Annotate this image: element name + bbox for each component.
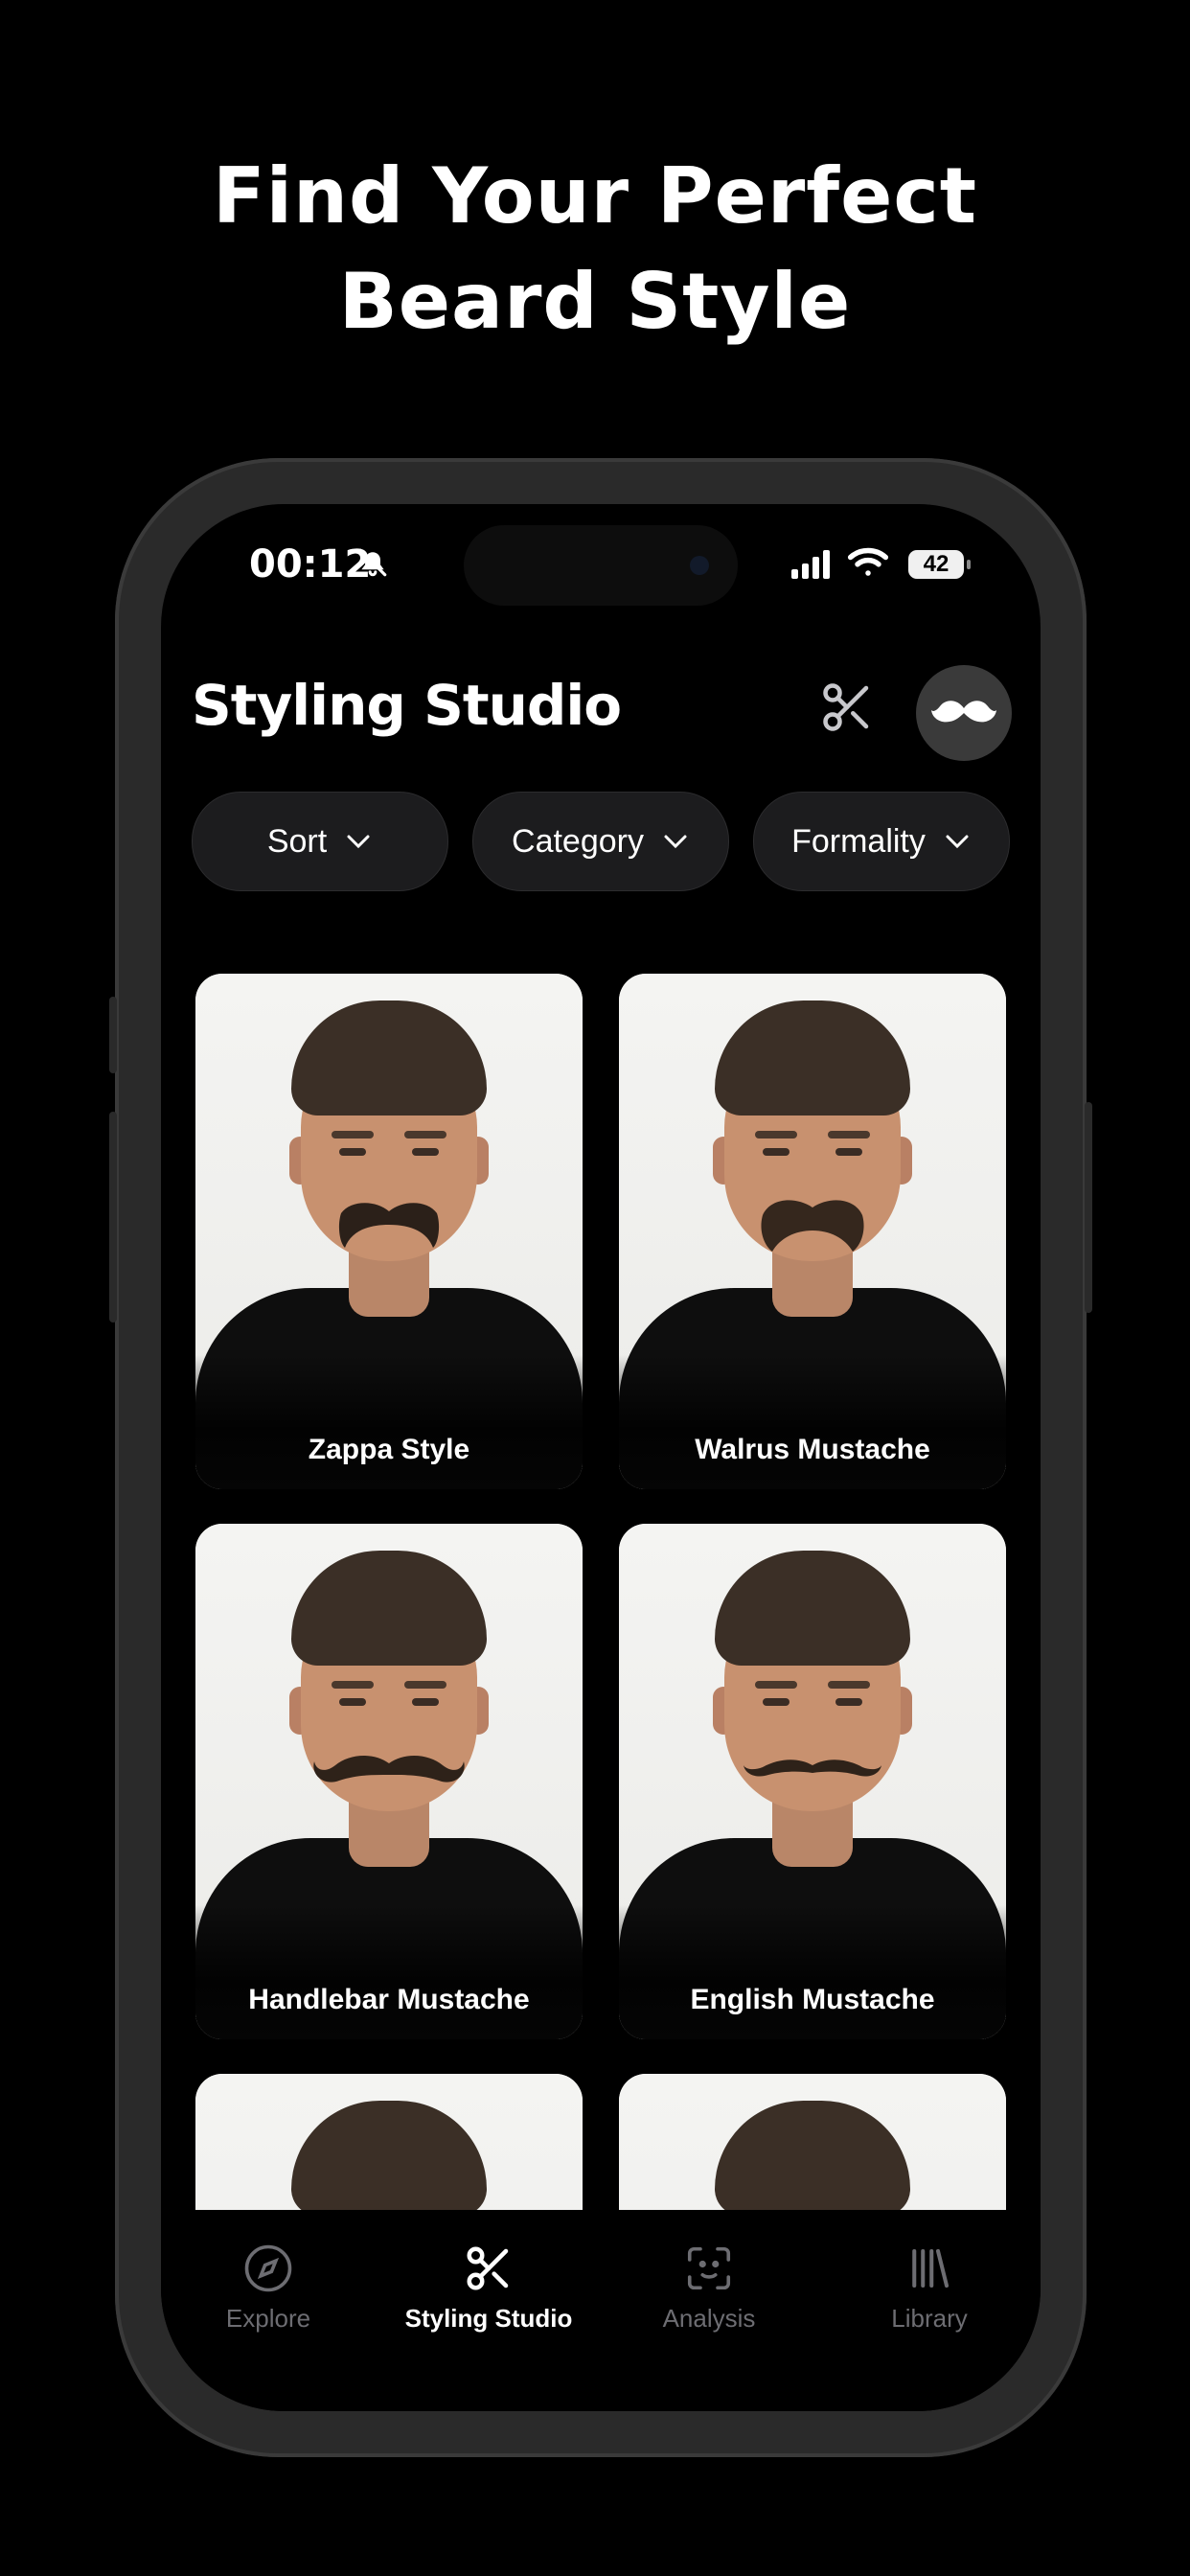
zappa-mustache-illustration <box>338 1203 440 1248</box>
tab-label: Styling Studio <box>404 2304 573 2333</box>
handlebar-mustache-illustration <box>313 1755 465 1782</box>
promo-headline: Find Your Perfect Beard Style <box>0 144 1190 355</box>
style-card-handlebar[interactable]: Handlebar Mustache <box>195 1524 583 2039</box>
category-filter[interactable]: Category <box>472 792 729 891</box>
face-scan-icon <box>687 2246 731 2290</box>
formality-filter-label: Formality <box>791 822 926 860</box>
headline-line-2: Beard Style <box>338 257 852 346</box>
category-filter-label: Category <box>512 822 644 860</box>
style-card-walrus[interactable]: Walrus Mustache <box>619 974 1006 1489</box>
battery-icon: 42 <box>908 550 971 579</box>
status-time: 00:12 <box>249 542 372 586</box>
style-grid: Zappa Style Walrus Mustache Handlebar Mu… <box>195 974 1006 2220</box>
wifi-icon <box>847 547 889 576</box>
tab-label: Analysis <box>662 2304 756 2333</box>
style-card-label: Walrus Mustache <box>695 1434 930 1465</box>
tab-bar: Explore Styling Studio Analysis Library <box>161 2210 1041 2411</box>
bell-slash-icon <box>358 548 387 577</box>
walrus-mustache-illustration <box>761 1200 864 1252</box>
tab-analysis[interactable]: Analysis <box>613 2242 805 2334</box>
style-card-label: English Mustache <box>690 1984 935 2015</box>
tab-styling-studio[interactable]: Styling Studio <box>393 2242 584 2334</box>
style-card-partial[interactable] <box>619 2074 1006 2220</box>
formality-filter[interactable]: Formality <box>753 792 1010 891</box>
style-card-label: Zappa Style <box>308 1434 470 1465</box>
scissors-icon[interactable] <box>818 678 876 736</box>
style-card-label: Handlebar Mustache <box>248 1984 530 2015</box>
chevron-down-icon <box>664 835 687 849</box>
tab-library[interactable]: Library <box>834 2242 1025 2334</box>
style-card-english[interactable]: English Mustache <box>619 1524 1006 2039</box>
sort-filter-label: Sort <box>266 822 328 860</box>
style-card-partial[interactable] <box>195 2074 583 2220</box>
mustache-icon <box>931 701 996 723</box>
style-card-zappa[interactable]: Zappa Style <box>195 974 583 1489</box>
dynamic-island <box>464 525 738 606</box>
scissors-icon <box>467 2246 509 2290</box>
phone-power-button <box>1085 1102 1092 1313</box>
tab-label: Library <box>891 2304 968 2333</box>
compass-icon <box>244 2244 292 2292</box>
library-icon <box>912 2248 950 2288</box>
mustache-button[interactable] <box>916 665 1012 761</box>
chevron-down-icon <box>347 835 370 849</box>
phone-screen: 00:12 42 Styling Studio Sort Category Fo… <box>161 504 1041 2411</box>
chevron-down-icon <box>946 835 969 849</box>
signal-bars-icon <box>791 550 830 579</box>
headline-line-1: Find Your Perfect <box>212 151 977 241</box>
phone-action-button <box>109 997 117 1073</box>
tab-label: Explore <box>225 2304 311 2333</box>
filter-bar: Sort Category Formality <box>192 792 1012 891</box>
sort-filter[interactable]: Sort <box>192 792 448 891</box>
english-mustache-illustration <box>744 1760 881 1777</box>
phone-volume-down <box>109 1188 117 1322</box>
tab-explore[interactable]: Explore <box>172 2242 364 2334</box>
page-title: Styling Studio <box>192 673 622 738</box>
